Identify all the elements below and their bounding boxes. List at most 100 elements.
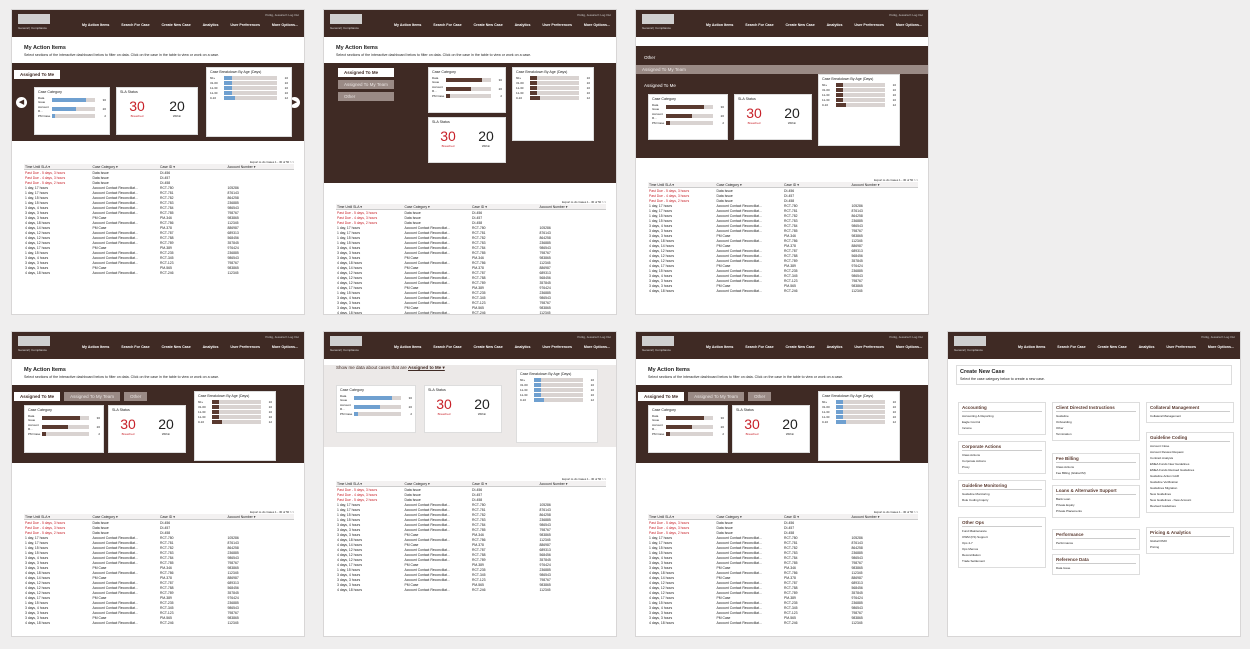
- nav-item-4[interactable]: User Preferences: [230, 23, 260, 27]
- case-age-box-row[interactable]: 11-30 10: [520, 393, 594, 397]
- tab-1[interactable]: Assigned To My Team: [338, 80, 394, 89]
- category-link[interactable]: Private Placements: [1056, 509, 1136, 513]
- category-link[interactable]: Guidelines Migration: [1150, 486, 1230, 490]
- sla-breached[interactable]: 30 Breached: [744, 416, 760, 436]
- table-row[interactable]: 4 days, 18 hours Account Contact Reconcil…: [648, 620, 918, 625]
- case-age-box-row[interactable]: 60+ 10: [822, 400, 896, 404]
- sla-within[interactable]: 20 Within: [478, 128, 494, 148]
- case-category-box-row[interactable]: PM Case 2: [432, 94, 502, 98]
- case-age-box-row[interactable]: 60+ 10: [198, 400, 272, 404]
- case-category-box-row[interactable]: Account R... 20: [432, 85, 502, 93]
- nav-item-5[interactable]: More Options...: [896, 345, 922, 349]
- column-header-3[interactable]: Account Number ▾: [851, 182, 919, 187]
- nav-item-0[interactable]: My Action Items: [1018, 345, 1045, 349]
- case-age-box-row[interactable]: 11-30 10: [520, 388, 594, 392]
- sla-status-box[interactable]: SLA Status 30 Breached 20 Within: [424, 385, 502, 433]
- case-age-box-row[interactable]: 60+ 10: [520, 378, 594, 382]
- column-header-1[interactable]: Case Category ▾: [92, 164, 160, 169]
- nav-item-4[interactable]: User Preferences: [1166, 345, 1196, 349]
- case-category-box-row[interactable]: Data Issue 30: [38, 96, 106, 104]
- table-row[interactable]: 4 days, 18 hours Account Contact Reconcil…: [24, 270, 294, 275]
- tab-1[interactable]: Assigned To My Team: [64, 392, 121, 401]
- nav-item-1[interactable]: Search For Case: [745, 23, 773, 27]
- nav-item-2[interactable]: Create New Case: [786, 23, 815, 27]
- case-category-box-row[interactable]: PM Case 2: [28, 432, 100, 436]
- column-header-2[interactable]: Case ID ▾: [471, 204, 539, 209]
- nav-item-2[interactable]: Create New Case: [786, 345, 815, 349]
- category-link[interactable]: Contract Analysis: [1150, 456, 1230, 460]
- sla-breached[interactable]: 30 Breached: [120, 416, 136, 436]
- case-age-box-row[interactable]: 0-10 12: [520, 398, 594, 402]
- sla-status-box[interactable]: SLA Status 30 Breached 20 Within: [108, 405, 186, 453]
- category-link[interactable]: Pricing: [1150, 545, 1230, 549]
- column-header-3[interactable]: Account Number ▾: [851, 514, 919, 519]
- case-age-box-row[interactable]: 31-60 10: [822, 405, 896, 409]
- column-header-0[interactable]: Time Until SLA ▾: [336, 204, 404, 209]
- category-link[interactable]: New Guidelines: [1150, 492, 1230, 496]
- tab-2[interactable]: Other: [338, 92, 394, 101]
- category-link[interactable]: Guideline Verification: [1150, 480, 1230, 484]
- case-age-box-row[interactable]: 31-60 10: [516, 81, 590, 85]
- case-age-box-row[interactable]: 11-30 10: [198, 415, 272, 419]
- column-header-1[interactable]: Case Category ▾: [716, 182, 784, 187]
- nav-item-1[interactable]: Search For Case: [745, 345, 773, 349]
- column-header-0[interactable]: Time Until SLA ▾: [24, 514, 92, 519]
- nav-item-4[interactable]: User Preferences: [542, 345, 572, 349]
- table-row[interactable]: 4 days, 18 hours Account Contact Reconcil…: [24, 620, 294, 625]
- case-age-box-row[interactable]: 11-30 10: [198, 410, 272, 414]
- case-category-box-row[interactable]: Account R... 20: [38, 105, 106, 113]
- category-link[interactable]: Onboarding: [1056, 420, 1136, 424]
- sla-within[interactable]: 20 Within: [158, 416, 174, 436]
- category-link[interactable]: Accounting & Reporting: [962, 414, 1042, 418]
- case-category-box-row[interactable]: Data Issue 30: [652, 103, 724, 111]
- tab-assigned-to-me[interactable]: Assigned To Me: [14, 70, 61, 79]
- case-age-box-row[interactable]: 11-30 10: [822, 93, 896, 97]
- case-age-box-row[interactable]: 11-30 10: [822, 410, 896, 414]
- sla-breached[interactable]: 30 Breached: [129, 98, 145, 118]
- case-age-box-row[interactable]: 0-10 12: [822, 420, 896, 424]
- case-category-box-row[interactable]: Account R... 20: [652, 112, 724, 120]
- nav-item-4[interactable]: User Preferences: [854, 23, 884, 27]
- nav-item-3[interactable]: Analytics: [203, 345, 219, 349]
- category-link[interactable]: Guideline Action GAR: [1150, 474, 1230, 478]
- tab-0[interactable]: Assigned To Me: [338, 68, 394, 77]
- category-link[interactable]: Class Actions: [1056, 465, 1136, 469]
- category-link[interactable]: New Guidelines - New Account: [1150, 498, 1230, 502]
- sla-status-box[interactable]: SLA Status 30 Breached 20 Within: [428, 117, 506, 163]
- category-link[interactable]: Account Close: [1150, 444, 1230, 448]
- tab-0[interactable]: Assigned To Me: [638, 392, 685, 401]
- category-link[interactable]: Corporate Actions: [962, 459, 1042, 463]
- column-header-3[interactable]: Account Number ▾: [539, 204, 607, 209]
- column-header-1[interactable]: Case Category ▾: [404, 204, 472, 209]
- case-category-box-row[interactable]: Account R... 20: [652, 423, 724, 431]
- nav-item-0[interactable]: My Action Items: [394, 345, 421, 349]
- category-link[interactable]: Global FIMO: [1150, 539, 1230, 543]
- nav-item-4[interactable]: User Preferences: [542, 23, 572, 27]
- nav-item-5[interactable]: More Options...: [584, 345, 610, 349]
- nav-item-3[interactable]: Analytics: [203, 23, 219, 27]
- case-age-box-row[interactable]: 60+ 10: [210, 76, 288, 80]
- panel-assigned-label[interactable]: Assigned To Me: [638, 81, 682, 90]
- category-link[interactable]: Data Issue: [1056, 566, 1136, 570]
- column-header-1[interactable]: Case Category ▾: [92, 514, 160, 519]
- nav-item-2[interactable]: Create New Case: [162, 345, 191, 349]
- case-age-box-row[interactable]: 0-10 12: [198, 420, 272, 424]
- category-link[interactable]: Guideline Monitoring: [962, 492, 1042, 496]
- category-link[interactable]: Income: [962, 426, 1042, 430]
- nav-item-0[interactable]: My Action Items: [706, 345, 733, 349]
- case-category-box-row[interactable]: Data Issue 30: [340, 394, 412, 402]
- column-header-1[interactable]: Case Category ▾: [404, 481, 472, 486]
- category-link[interactable]: Guideline: [1056, 414, 1136, 418]
- category-link[interactable]: Fee Billing (Global IM): [1056, 471, 1136, 475]
- case-age-box-row[interactable]: 11-30 10: [516, 91, 590, 95]
- case-age-box-row[interactable]: 0-10 12: [822, 103, 896, 107]
- sla-status-box[interactable]: SLA Status 30 Breached 20 Within: [732, 405, 810, 453]
- nav-item-5[interactable]: More Options...: [896, 23, 922, 27]
- category-link[interactable]: Other: [1056, 426, 1136, 430]
- nav-item-3[interactable]: Analytics: [827, 345, 843, 349]
- nav-item-2[interactable]: Create New Case: [474, 345, 503, 349]
- case-age-box-row[interactable]: 11-30 10: [210, 91, 288, 95]
- nav-item-3[interactable]: Analytics: [515, 23, 531, 27]
- panel-team-label[interactable]: Assigned To My Team: [636, 65, 928, 74]
- column-header-0[interactable]: Time Until SLA ▾: [24, 164, 92, 169]
